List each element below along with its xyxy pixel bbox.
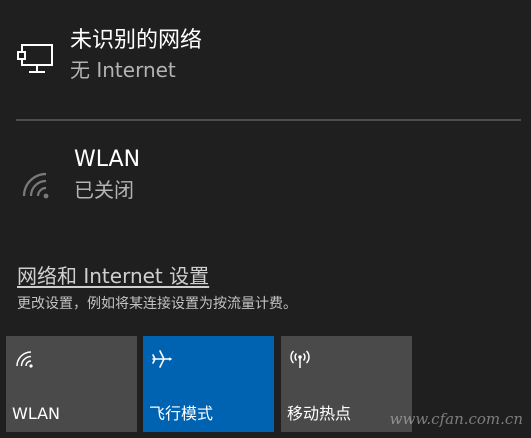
network-name: 未识别的网络	[70, 28, 203, 53]
wifi-off-icon	[20, 166, 54, 200]
network-item-wlan[interactable]: WLAN 已关闭	[0, 142, 531, 212]
wlan-name: WLAN	[74, 147, 141, 172]
network-settings-description: 更改设置，例如将某连接设置为按流量计费。	[17, 296, 297, 312]
network-item-unidentified[interactable]: 未识别的网络 无 Internet	[0, 22, 531, 92]
wifi-icon	[14, 348, 36, 370]
ethernet-monitor-icon	[16, 42, 54, 76]
airplane-mode-tile[interactable]: 飞行模式	[143, 336, 274, 432]
network-status: 无 Internet	[70, 58, 176, 82]
mobile-hotspot-icon	[289, 348, 311, 370]
watermark: www.cfan.com.cn	[389, 410, 523, 428]
tile-label: WLAN	[12, 404, 61, 423]
network-settings-link[interactable]: 网络和 Internet 设置	[17, 262, 209, 290]
tile-label: 移动热点	[287, 404, 352, 423]
divider	[16, 119, 521, 121]
network-flyout: 未识别的网络 无 Internet WLAN 已关闭 网络和 Internet …	[0, 0, 531, 438]
airplane-icon	[151, 348, 173, 370]
wlan-toggle-tile[interactable]: WLAN	[6, 336, 137, 432]
tile-label: 飞行模式	[149, 404, 214, 423]
wlan-status: 已关闭	[74, 178, 134, 202]
